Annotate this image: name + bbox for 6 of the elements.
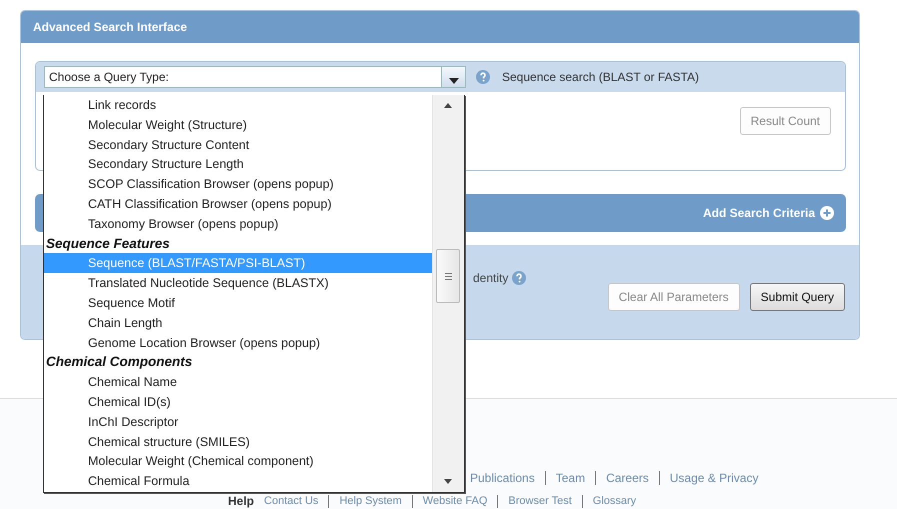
option-label: dentity — [473, 271, 508, 285]
query-description: Sequence search (BLAST or FASTA) — [502, 70, 699, 84]
option-group-heading: Chemical Components — [45, 353, 194, 372]
footer-heading: Help — [228, 495, 254, 508]
option-group-heading: Sequence Features — [45, 234, 171, 253]
panel-title: Advanced Search Interface — [33, 20, 188, 34]
